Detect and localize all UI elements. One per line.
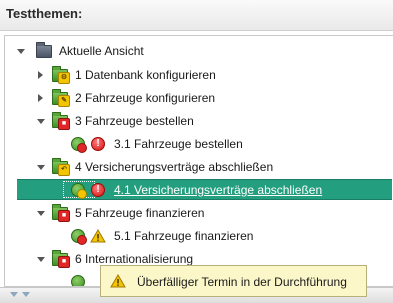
- tree-item-label: 3 Fahrzeuge bestellen: [75, 114, 194, 128]
- test-theme-folder-icon: ✎: [52, 89, 70, 107]
- tree-item-test[interactable]: 5.1 Fahrzeuge finanzieren: [5, 226, 392, 247]
- status-badge-icon: [77, 235, 87, 245]
- test-case-icon: [71, 183, 87, 199]
- test-theme-folder-icon: ↶: [52, 158, 70, 176]
- panel-title: Testthemen:: [6, 6, 83, 21]
- tree-item-test[interactable]: ! 3.1 Fahrzeuge bestellen: [5, 134, 392, 155]
- error-status-icon: !: [91, 183, 105, 197]
- status-badge-icon: ✎: [58, 95, 70, 107]
- tree-root[interactable]: Aktuelle Ansicht: [5, 41, 392, 62]
- test-case-icon: [71, 275, 85, 286]
- test-theme-folder-icon: ⚙: [52, 66, 70, 84]
- chevron-down-icon[interactable]: [10, 292, 18, 297]
- tree-item-label: 3.1 Fahrzeuge bestellen: [114, 137, 243, 151]
- collapse-arrow-icon[interactable]: [37, 165, 45, 170]
- expand-arrow-icon[interactable]: [38, 71, 43, 79]
- status-badge-icon: ■: [58, 256, 70, 268]
- collapse-arrow-icon[interactable]: [37, 257, 45, 262]
- test-theme-folder-icon: ■: [52, 250, 70, 268]
- panel-header: Testthemen:: [0, 0, 393, 31]
- tree-item-label: Aktuelle Ansicht: [59, 44, 144, 58]
- tree-item-label: 6 Internationalisierung: [75, 252, 194, 266]
- tree-item-label: 5 Fahrzeuge finanzieren: [75, 206, 205, 220]
- test-theme-folder-icon: ■: [52, 112, 70, 130]
- status-badge-icon: ■: [58, 118, 70, 130]
- tree-item-label: 4.1 Versicherungsverträge abschließen: [114, 183, 323, 197]
- status-badge-icon: ⚙: [58, 72, 70, 84]
- test-case-icon: [71, 229, 87, 245]
- tree-item-theme[interactable]: ✎ 2 Fahrzeuge konfigurieren: [5, 88, 392, 109]
- test-case-icon: [71, 137, 87, 153]
- error-status-icon: !: [91, 137, 105, 151]
- tree-item-label: 1 Datenbank konfigurieren: [75, 68, 216, 82]
- chevron-down-icon[interactable]: [22, 292, 30, 297]
- tree-item-label: 4 Versicherungsverträge abschließen: [75, 160, 274, 174]
- warning-status-icon: [90, 229, 106, 243]
- status-badge-icon: ↶: [58, 164, 70, 176]
- tree-item-test-selected[interactable]: ! 4.1 Versicherungsverträge abschließen: [17, 179, 392, 200]
- tooltip-text: Überfälliger Termin in der Durchführung: [137, 275, 347, 289]
- tree-item-label: 5.1 Fahrzeuge finanzieren: [114, 229, 254, 243]
- tooltip: Überfälliger Termin in der Durchführung: [100, 265, 367, 297]
- folder-view-icon: [36, 42, 52, 58]
- status-badge-icon: [77, 143, 87, 153]
- collapse-arrow-icon[interactable]: [37, 211, 45, 216]
- status-badge-icon: ■: [58, 210, 70, 222]
- tree-item-theme[interactable]: ↶ 4 Versicherungsverträge abschließen: [5, 157, 392, 178]
- collapse-arrow-icon[interactable]: [37, 119, 45, 124]
- test-theme-tree[interactable]: Aktuelle Ansicht ⚙ 1 Datenbank konfiguri…: [4, 35, 393, 287]
- warning-icon: [110, 274, 126, 288]
- tree-item-theme[interactable]: ⚙ 1 Datenbank konfigurieren: [5, 65, 392, 86]
- tree-item-label: 2 Fahrzeuge konfigurieren: [75, 91, 216, 105]
- test-theme-folder-icon: ■: [52, 204, 70, 222]
- expand-arrow-icon[interactable]: [38, 94, 43, 102]
- tree-item-theme[interactable]: ■ 3 Fahrzeuge bestellen: [5, 111, 392, 132]
- status-badge-icon: [77, 189, 87, 199]
- collapse-arrow-icon[interactable]: [17, 49, 25, 54]
- tree-item-theme[interactable]: ■ 5 Fahrzeuge finanzieren: [5, 203, 392, 224]
